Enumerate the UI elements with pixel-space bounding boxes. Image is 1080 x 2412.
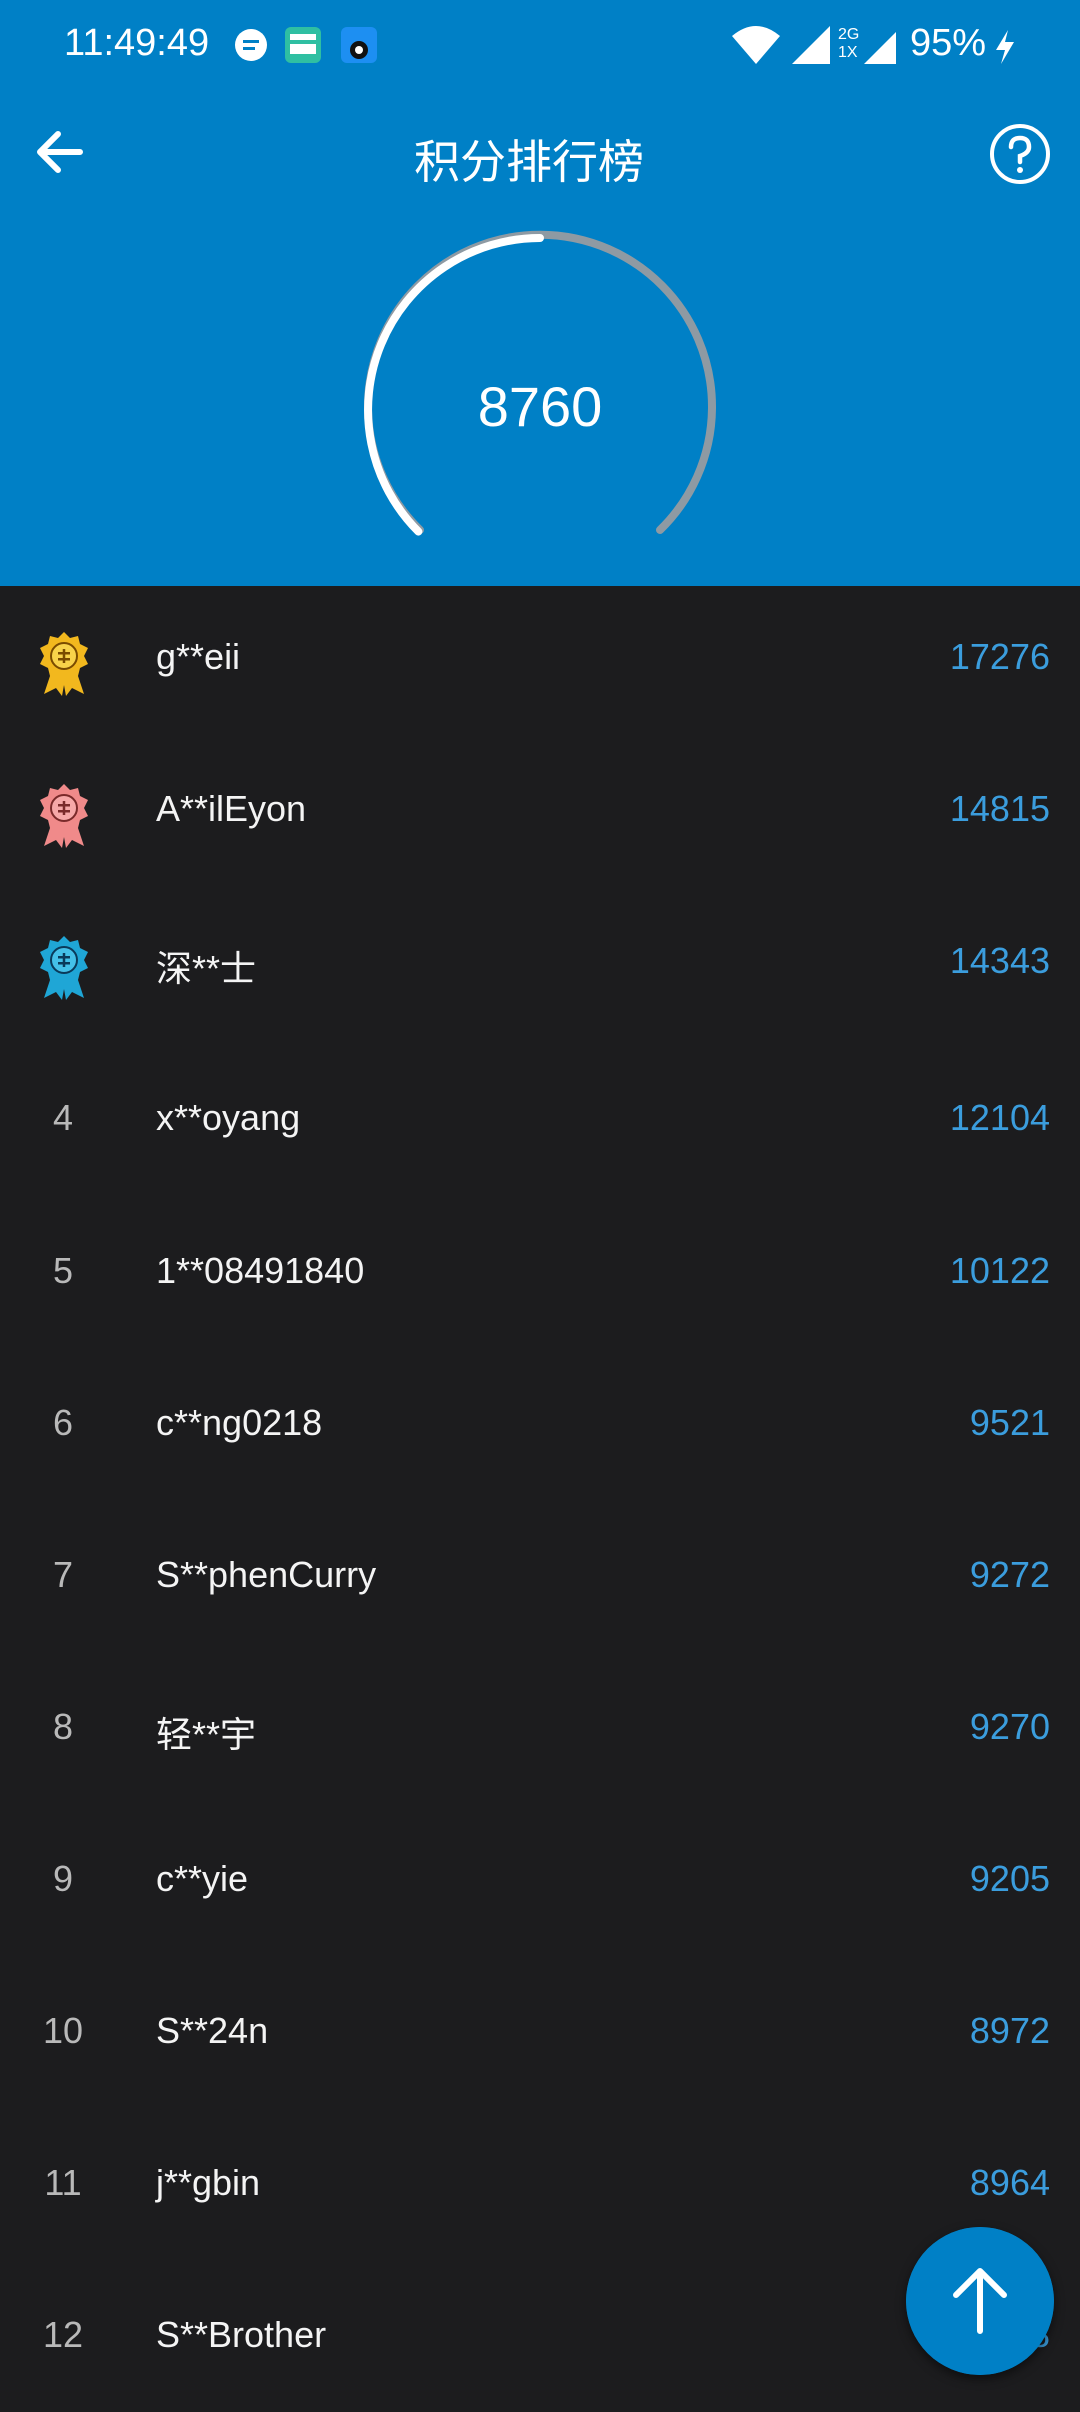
- user-points: 9270: [969, 1706, 1050, 1747]
- rank-number: 7: [52, 1554, 74, 1595]
- user-points: 9272: [969, 1554, 1050, 1595]
- rank-number: 10: [42, 2010, 84, 2051]
- gold-medal-icon: [40, 632, 88, 696]
- user-name: A**ilEyon: [156, 788, 307, 829]
- status-bar: 11:49:49 2G 1X 95%: [0, 0, 1080, 90]
- bronze-medal-icon: [40, 936, 88, 1000]
- page-title: 积分排行榜: [414, 136, 644, 188]
- signal-icon: [792, 26, 830, 64]
- signal-2-icon: [864, 32, 896, 64]
- battery-percent: 95%: [909, 22, 986, 64]
- scroll-to-top-button[interactable]: [906, 2227, 1054, 2375]
- user-points: 8972: [969, 2010, 1050, 2051]
- leaderboard-row[interactable]: g**eii 17276: [0, 586, 1080, 738]
- header: 11:49:49 2G 1X 95% 积分排行榜 8760: [0, 0, 1080, 586]
- leaderboard-row[interactable]: 深**士 14343: [0, 890, 1080, 1042]
- app-618-icon: [341, 27, 377, 63]
- user-points: 14343: [949, 940, 1050, 981]
- leaderboard-row[interactable]: 10 S**24n 8972: [0, 1956, 1080, 2108]
- rank-number: 5: [52, 1250, 74, 1291]
- user-name: c**ng0218: [156, 1402, 323, 1443]
- silver-medal-icon: [40, 784, 88, 848]
- rank-number: 6: [52, 1402, 74, 1443]
- help-button[interactable]: [986, 120, 1054, 188]
- message-bubble-icon: [235, 29, 267, 61]
- rank-number: 11: [44, 2162, 82, 2203]
- score-value: 8760: [477, 375, 603, 438]
- leaderboard-row[interactable]: 4 x**oyang 12104: [0, 1043, 1080, 1195]
- user-name: S**phenCurry: [156, 1554, 377, 1595]
- status-time: 11:49:49: [64, 22, 210, 64]
- user-points: 9205: [969, 1858, 1050, 1899]
- leaderboard-row[interactable]: 5 1**08491840 10122: [0, 1196, 1080, 1348]
- user-name: S**24n: [156, 2010, 269, 2051]
- rank-number: 4: [52, 1097, 74, 1138]
- user-points: 17276: [949, 636, 1050, 677]
- leaderboard-row[interactable]: A**ilEyon 14815: [0, 738, 1080, 890]
- leaderboard-row[interactable]: 8 轻**宇 9270: [0, 1652, 1080, 1804]
- user-name: 深**士: [156, 948, 257, 989]
- user-points: 14815: [949, 788, 1050, 829]
- leaderboard-row[interactable]: 9 c**yie 9205: [0, 1804, 1080, 1956]
- leaderboard-row[interactable]: 7 S**phenCurry 9272: [0, 1500, 1080, 1652]
- user-name: g**eii: [156, 636, 241, 677]
- charging-icon: [996, 30, 1014, 64]
- user-name: 轻**宇: [156, 1714, 257, 1755]
- user-points: 10122: [949, 1250, 1050, 1291]
- user-name: c**yie: [156, 1858, 249, 1899]
- user-name: 1**08491840: [156, 1250, 365, 1291]
- leaderboard-row[interactable]: 6 c**ng0218 9521: [0, 1348, 1080, 1500]
- wifi-icon: [732, 26, 780, 64]
- rank-number: 8: [52, 1706, 74, 1747]
- user-name: j**gbin: [156, 2162, 261, 2203]
- user-points: 12104: [949, 1097, 1050, 1138]
- leaderboard-row[interactable]: 11 j**gbin 8964: [0, 2108, 1080, 2260]
- user-name: S**Brother: [156, 2314, 327, 2355]
- user-points: 9521: [969, 1402, 1050, 1443]
- user-points: 8964: [969, 2162, 1050, 2203]
- boss-app-icon: [285, 27, 321, 63]
- rank-number: 9: [52, 1858, 74, 1899]
- rank-number: 12: [42, 2314, 84, 2355]
- user-name: x**oyang: [156, 1097, 301, 1138]
